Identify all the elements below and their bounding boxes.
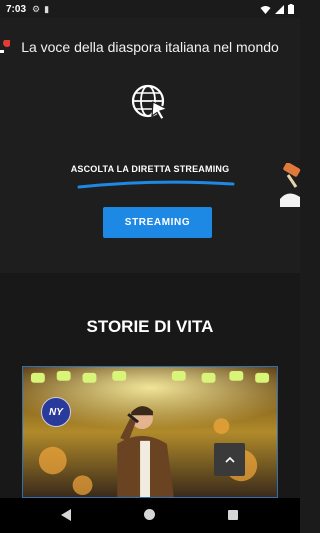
tagline: La voce della diaspora italiana nel mond… — [21, 39, 279, 55]
globe-cursor-icon — [131, 84, 169, 120]
recents-icon[interactable] — [228, 510, 238, 520]
home-icon[interactable] — [144, 509, 155, 520]
section-title: STORIE DI VITA — [86, 317, 214, 336]
stories-section: STORIE DI VITA NY — [0, 273, 300, 498]
settings-icon: ⚙ — [32, 3, 41, 14]
battery-icon — [288, 4, 294, 14]
underline-swoosh — [77, 180, 235, 189]
status-bar: 7:03 ⚙ ▮ — [0, 0, 300, 18]
chevron-up-icon — [224, 456, 235, 463]
navigation-bar — [0, 498, 300, 533]
story-card[interactable]: NY — [22, 366, 278, 498]
corner-decoration-icon — [0, 40, 10, 64]
status-time: 7:03 — [6, 3, 27, 15]
story-badge: NY — [41, 397, 71, 427]
sd-card-icon: ▮ — [44, 3, 50, 14]
signal-icon — [275, 4, 284, 14]
wifi-icon — [260, 5, 271, 14]
streaming-button[interactable]: STREAMING — [103, 207, 212, 238]
back-icon[interactable] — [61, 509, 72, 521]
hero-section: La voce della diaspora italiana nel mond… — [0, 18, 301, 273]
story-badge-label: NY — [49, 406, 63, 418]
side-figure-decoration — [280, 163, 301, 207]
scroll-to-top-button[interactable] — [214, 443, 245, 476]
story-image[interactable] — [23, 367, 277, 497]
listen-live-label: ASCOLTA LA DIRETTA STREAMING — [70, 164, 230, 174]
